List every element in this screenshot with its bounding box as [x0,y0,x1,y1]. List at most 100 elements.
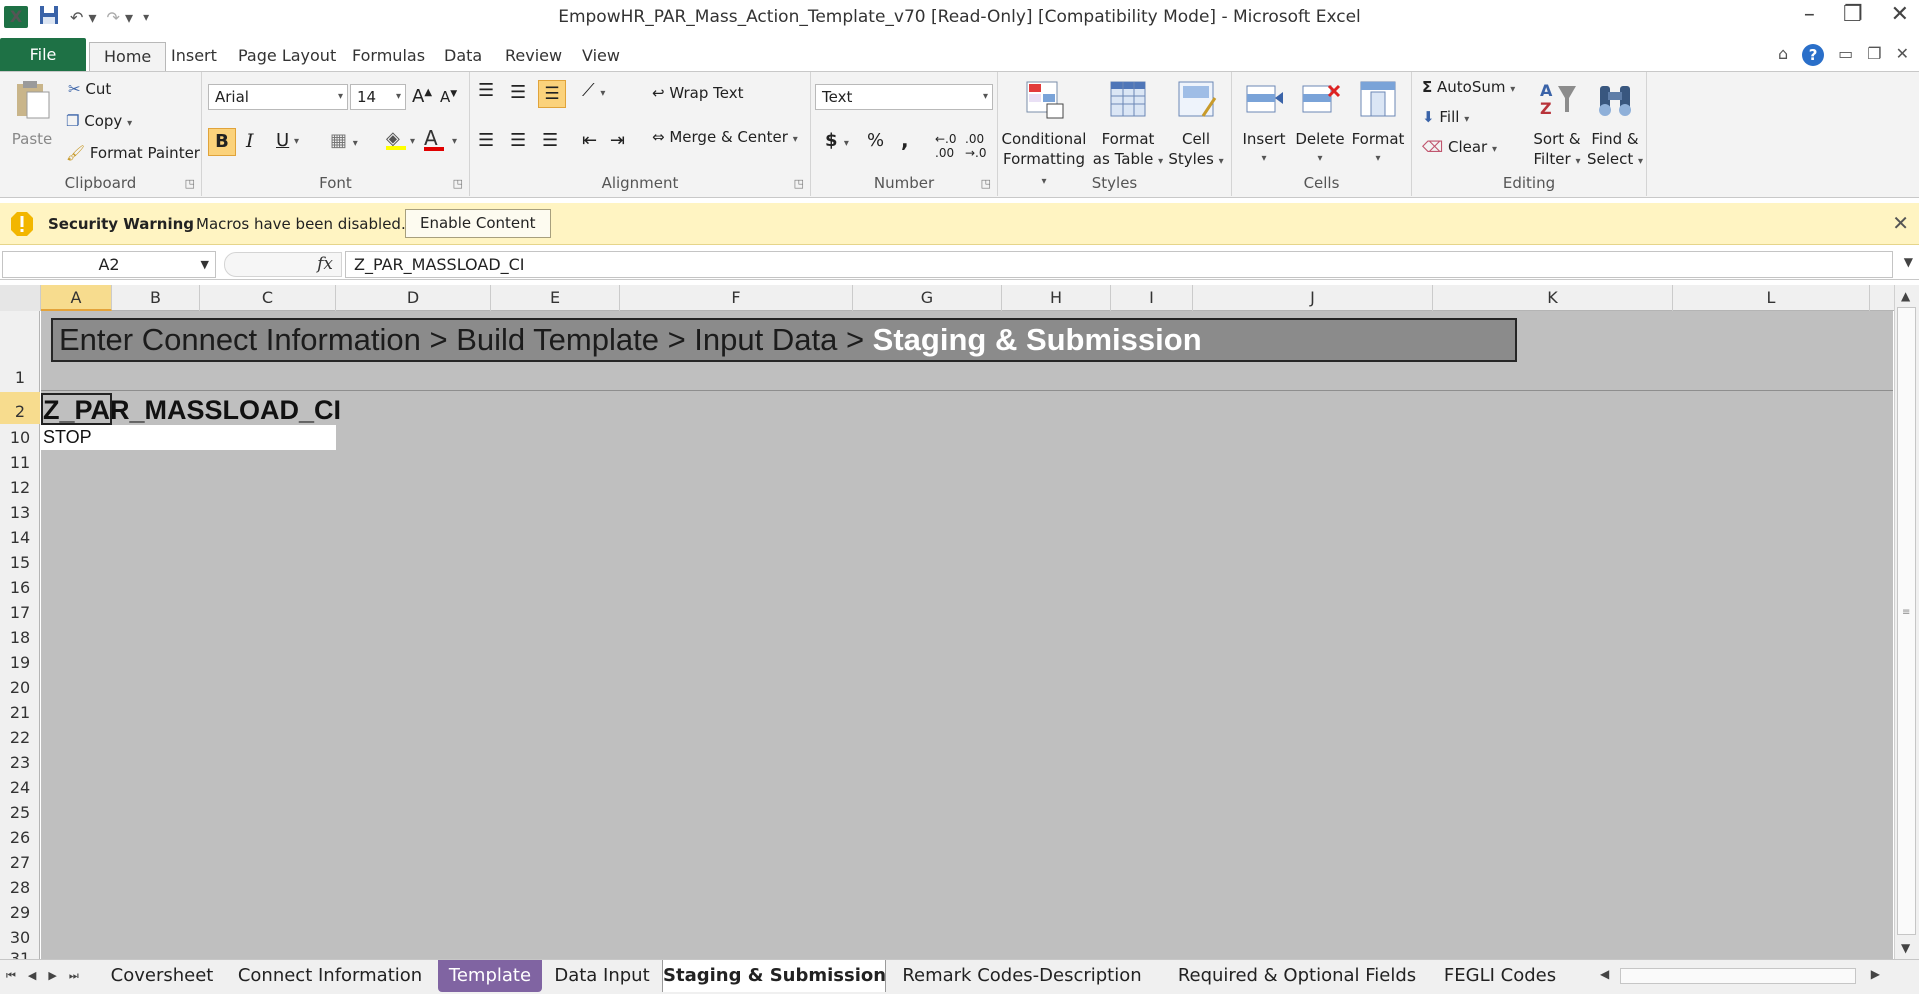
row-header-20[interactable]: 20 [0,675,40,700]
dialog-launcher-icon[interactable]: ◳ [794,177,804,190]
number-format-combo[interactable]: Text ▾ [815,84,993,110]
scroll-down-icon[interactable]: ▼ [1901,941,1910,955]
align-left-icon[interactable]: ☰ [478,130,494,151]
middle-align-icon[interactable]: ☰ [510,82,526,103]
font-size-combo[interactable]: 14 ▾ [350,84,406,110]
row-header-28[interactable]: 28 [0,875,40,900]
tab-data[interactable]: Data [430,42,496,72]
paste-button[interactable]: Paste [6,78,58,149]
scroll-left-icon[interactable]: ◀ [1600,967,1609,981]
column-header-h[interactable]: H [1002,285,1111,311]
dialog-launcher-icon[interactable]: ◳ [453,177,463,190]
column-header-e[interactable]: E [491,285,620,311]
cell-styles-button[interactable]: Cell Styles ▾ [1164,78,1228,172]
delete-cells-button[interactable]: Delete ▾ [1292,78,1348,169]
italic-button[interactable]: I [246,130,254,152]
sheet-tab-remark-codes[interactable]: Remark Codes-Description [896,960,1148,992]
chevron-down-icon[interactable]: ▼ [201,252,209,277]
row-header-17[interactable]: 17 [0,600,40,625]
horizontal-scroll-thumb[interactable] [1620,968,1856,984]
column-header-d[interactable]: D [336,285,491,311]
sheet-tab-staging-submission[interactable]: Staging & Submission [662,960,886,992]
row-header-21[interactable]: 21 [0,700,40,725]
borders-icon[interactable]: ▦ ▾ [330,130,358,151]
chevron-down-icon[interactable]: ▾ [452,136,457,147]
sheet-tab-required-optional-fields[interactable]: Required & Optional Fields [1164,960,1430,992]
scroll-up-icon[interactable]: ▲ [1901,289,1910,303]
dialog-launcher-icon[interactable]: ◳ [185,177,195,190]
cut-button[interactable]: ✂ Cut [68,80,111,98]
top-align-icon[interactable]: ☰ [478,80,494,101]
row-header-11[interactable]: 11 [0,450,40,475]
row-header-27[interactable]: 27 [0,850,40,875]
merge-center-button[interactable]: ⇔ Merge & Center ▾ [652,128,798,146]
bold-button[interactable]: B [208,128,236,156]
decrease-indent-icon[interactable]: ⇤ [582,130,597,151]
row-header-10[interactable]: 10 [0,425,40,450]
font-color-icon[interactable]: A [424,126,444,151]
increase-decimal-icon[interactable]: ←.0.00 [935,132,957,160]
align-right-icon[interactable]: ☰ [542,130,558,151]
horizontal-scrollbar[interactable]: ◀ ▶ [1596,965,1880,987]
autosum-button[interactable]: Σ AutoSum ▾ [1422,78,1515,96]
expand-formula-bar-icon[interactable]: ▼ [1904,255,1913,269]
sheet-tab-data-input[interactable]: Data Input [546,960,658,992]
row-header-31[interactable]: 31 [0,950,40,959]
column-header-a[interactable]: A [41,285,112,311]
vertical-scrollbar[interactable]: ▲ ≡ ▼ [1894,285,1919,959]
sheet-tab-fegli-codes[interactable]: FEGLI Codes [1436,960,1564,992]
row-header-24[interactable]: 24 [0,775,40,800]
row-header-12[interactable]: 12 [0,475,40,500]
sheet-tab-coversheet[interactable]: Coversheet [104,960,220,992]
row-header-2[interactable]: 2 [0,392,40,424]
formula-input[interactable]: Z_PAR_MASSLOAD_CI [345,251,1893,278]
insert-cells-button[interactable]: Insert ▾ [1236,78,1292,169]
select-all-button[interactable] [0,285,41,311]
percent-button[interactable]: % [867,130,884,151]
fill-color-icon[interactable]: ◈ [386,128,406,150]
orientation-icon[interactable]: ⟋ ▾ [582,80,605,101]
wrap-text-button[interactable]: ↩ Wrap Text [652,84,744,102]
grow-font-button[interactable]: A▲ [412,86,432,107]
dialog-launcher-icon[interactable]: ◳ [981,177,991,190]
tab-file[interactable]: File [0,38,86,72]
format-as-table-button[interactable]: Format as Table ▾ [1090,78,1166,172]
decrease-decimal-icon[interactable]: .00 →.0 [965,132,987,160]
bottom-align-icon[interactable]: ☰ [538,80,566,108]
copy-button[interactable]: ❐ Copy ▾ [66,112,132,130]
row-header-16[interactable]: 16 [0,575,40,600]
cell-a10[interactable]: STOP [41,425,336,450]
sheet-tab-template[interactable]: Template [438,960,542,992]
next-sheet-icon[interactable]: ▶ [48,969,56,983]
fill-button[interactable]: ⬇ Fill ▾ [1422,108,1469,126]
last-sheet-icon[interactable]: ⏭ [69,969,79,983]
comma-button[interactable]: , [901,128,909,152]
row-header-22[interactable]: 22 [0,725,40,750]
row-header-18[interactable]: 18 [0,625,40,650]
doc-minimize-icon[interactable]: ▭ [1838,44,1853,66]
row-header-15[interactable]: 15 [0,550,40,575]
row-header-1[interactable]: 1 [0,366,40,390]
row-header-25[interactable]: 25 [0,800,40,825]
column-header-f[interactable]: F [620,285,853,311]
doc-close-icon[interactable]: ✕ [1896,44,1909,66]
help-icon[interactable]: ? [1802,44,1825,66]
scroll-right-icon[interactable]: ▶ [1871,967,1880,981]
column-header-c[interactable]: C [200,285,336,311]
tab-home[interactable]: Home [89,42,167,72]
minimize-icon[interactable]: – [1804,2,1815,27]
chevron-down-icon[interactable]: ▾ [294,136,299,147]
column-header-k[interactable]: K [1433,285,1673,311]
column-header-b[interactable]: B [112,285,200,311]
row-header-29[interactable]: 29 [0,900,40,925]
prev-sheet-icon[interactable]: ◀ [28,969,36,983]
scroll-thumb[interactable] [1897,307,1916,935]
doc-restore-icon[interactable]: ❐ [1867,44,1881,66]
shrink-font-button[interactable]: A▼ [440,88,457,106]
align-center-icon[interactable]: ☰ [510,130,526,151]
first-sheet-icon[interactable]: ⏮ [6,969,16,983]
row-header-19[interactable]: 19 [0,650,40,675]
format-painter-button[interactable]: 🖌 Format Painter [66,144,200,162]
row-header-23[interactable]: 23 [0,750,40,775]
chevron-down-icon[interactable]: ▾ [410,136,415,147]
